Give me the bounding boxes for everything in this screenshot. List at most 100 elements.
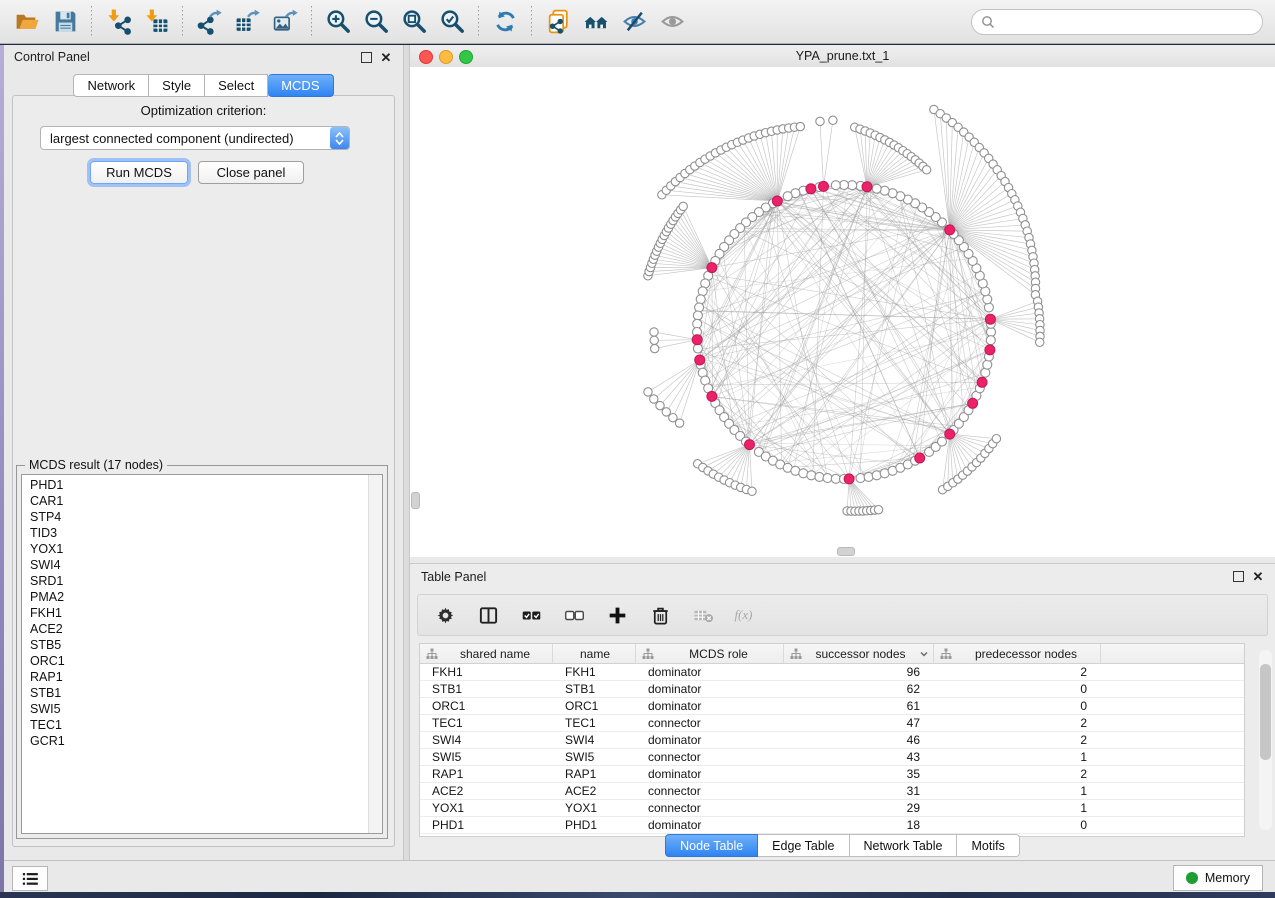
column-settings-button[interactable] xyxy=(432,603,458,627)
tab-motifs[interactable]: Motifs xyxy=(957,834,1019,857)
mcds-result-item[interactable]: STB5 xyxy=(22,637,368,653)
graph-leaf-node[interactable] xyxy=(816,117,824,125)
mcds-result-item[interactable]: STB1 xyxy=(22,685,368,701)
create-column-button[interactable] xyxy=(604,603,630,627)
graph-node[interactable] xyxy=(938,437,947,446)
cell-shared-name[interactable]: YOX1 xyxy=(420,800,553,816)
cell-mcds-role[interactable]: dominator xyxy=(636,698,784,714)
table-row[interactable]: RAP1RAP1dominator352 xyxy=(420,766,1244,783)
search-box[interactable] xyxy=(971,9,1263,35)
graph-node[interactable] xyxy=(693,311,702,320)
table-row[interactable]: PHD1PHD1dominator180 xyxy=(420,817,1244,834)
cell-mcds-role[interactable]: dominator xyxy=(636,766,784,782)
toggle-panel-button[interactable] xyxy=(475,603,501,627)
cell-shared-name[interactable]: ACE2 xyxy=(420,783,553,799)
mcds-result-item[interactable]: SWI4 xyxy=(22,557,368,573)
graph-node[interactable] xyxy=(693,319,702,328)
cell-name[interactable]: RAP1 xyxy=(553,766,636,782)
save-session-button[interactable] xyxy=(46,4,84,40)
graph-leaf-node[interactable] xyxy=(651,344,659,352)
graph-node[interactable] xyxy=(872,184,881,193)
import-table-button[interactable] xyxy=(137,4,175,40)
graph-mcds-node[interactable] xyxy=(745,440,755,450)
column-header-successor-nodes[interactable]: successor nodes xyxy=(784,644,934,663)
tab-mcds[interactable]: MCDS xyxy=(268,74,333,97)
graph-mcds-node[interactable] xyxy=(844,474,854,484)
graph-node[interactable] xyxy=(983,360,992,369)
graph-node[interactable] xyxy=(831,474,840,483)
mcds-result-item[interactable]: CAR1 xyxy=(22,493,368,509)
graph-mcds-node[interactable] xyxy=(806,184,816,194)
graph-mcds-node[interactable] xyxy=(819,181,829,191)
cell-shared-name[interactable]: SWI4 xyxy=(420,732,553,748)
mcds-result-item[interactable]: YOX1 xyxy=(22,541,368,557)
cell-predecessor-nodes[interactable]: 0 xyxy=(934,817,1101,833)
table-row[interactable]: SWI5SWI5connector431 xyxy=(420,749,1244,766)
neighbors-button[interactable] xyxy=(577,4,615,40)
cell-name[interactable]: SWI4 xyxy=(553,732,636,748)
cell-predecessor-nodes[interactable]: 2 xyxy=(934,766,1101,782)
network-view[interactable] xyxy=(410,67,1275,557)
list-scrollbar[interactable] xyxy=(368,475,382,833)
run-mcds-button[interactable]: Run MCDS xyxy=(90,161,188,184)
search-input[interactable] xyxy=(995,12,1262,32)
cell-name[interactable]: ACE2 xyxy=(553,783,636,799)
cell-shared-name[interactable]: FKH1 xyxy=(420,664,553,680)
graph-leaf-node[interactable] xyxy=(1036,338,1044,346)
cell-name[interactable]: SWI5 xyxy=(553,749,636,765)
network-window-titlebar[interactable]: YPA_prune.txt_1 xyxy=(410,45,1275,68)
graph-mcds-node[interactable] xyxy=(707,391,717,401)
cell-mcds-role[interactable]: connector xyxy=(636,749,784,765)
export-image-button[interactable] xyxy=(266,4,304,40)
graph-leaf-node[interactable] xyxy=(796,122,804,130)
mcds-result-item[interactable]: SWI5 xyxy=(22,701,368,717)
graph-mcds-node[interactable] xyxy=(977,377,987,387)
cell-successor-nodes[interactable]: 96 xyxy=(784,664,934,680)
clone-network-button[interactable] xyxy=(539,4,577,40)
column-header-mcds-role[interactable]: MCDS role xyxy=(636,644,784,663)
cell-mcds-role[interactable]: connector xyxy=(636,715,784,731)
table-row[interactable]: FKH1FKH1dominator962 xyxy=(420,664,1244,681)
graph-node[interactable] xyxy=(823,474,832,483)
graph-leaf-node[interactable] xyxy=(829,116,837,124)
cell-name[interactable]: YOX1 xyxy=(553,800,636,816)
mcds-result-item[interactable]: FKH1 xyxy=(22,605,368,621)
graph-mcds-node[interactable] xyxy=(695,355,705,365)
export-table-button[interactable] xyxy=(228,4,266,40)
mcds-result-item[interactable]: STP4 xyxy=(22,509,368,525)
cell-name[interactable]: PHD1 xyxy=(553,817,636,833)
graph-node[interactable] xyxy=(696,295,705,304)
tab-style[interactable]: Style xyxy=(149,74,205,97)
cell-name[interactable]: ORC1 xyxy=(553,698,636,714)
cell-successor-nodes[interactable]: 35 xyxy=(784,766,934,782)
cell-predecessor-nodes[interactable]: 1 xyxy=(934,800,1101,816)
table-row[interactable]: YOX1YOX1connector291 xyxy=(420,800,1244,817)
mcds-result-item[interactable]: SRD1 xyxy=(22,573,368,589)
export-network-button[interactable] xyxy=(190,4,228,40)
graph-mcds-node[interactable] xyxy=(707,263,717,273)
close-panel-button[interactable]: Close panel xyxy=(198,161,304,184)
cell-successor-nodes[interactable]: 62 xyxy=(784,681,934,697)
cell-successor-nodes[interactable]: 46 xyxy=(784,732,934,748)
graph-node[interactable] xyxy=(693,344,702,353)
cell-mcds-role[interactable]: dominator xyxy=(636,732,784,748)
cell-shared-name[interactable]: PHD1 xyxy=(420,817,553,833)
tab-edge-table[interactable]: Edge Table xyxy=(758,834,849,857)
cell-mcds-role[interactable]: connector xyxy=(636,800,784,816)
mcds-result-item[interactable]: TEC1 xyxy=(22,717,368,733)
cell-name[interactable]: TEC1 xyxy=(553,715,636,731)
graph-mcds-node[interactable] xyxy=(985,345,995,355)
optimization-criterion-select[interactable]: largest connected component (undirected) xyxy=(40,126,350,150)
mcds-result-list[interactable]: PHD1CAR1STP4TID3YOX1SWI4SRD1PMA2FKH1ACE2… xyxy=(21,474,383,834)
hide-graphics-details-button[interactable] xyxy=(615,4,653,40)
cell-predecessor-nodes[interactable]: 2 xyxy=(934,732,1101,748)
cell-mcds-role[interactable]: dominator xyxy=(636,664,784,680)
mcds-result-item[interactable]: GCR1 xyxy=(22,733,368,749)
mcds-result-item[interactable]: ORC1 xyxy=(22,653,368,669)
graph-node[interactable] xyxy=(987,328,996,337)
graph-node[interactable] xyxy=(815,472,824,481)
cell-predecessor-nodes[interactable]: 0 xyxy=(934,698,1101,714)
graph-mcds-node[interactable] xyxy=(945,225,955,235)
open-folder-button[interactable] xyxy=(8,4,46,40)
table-row[interactable]: ACE2ACE2connector311 xyxy=(420,783,1244,800)
